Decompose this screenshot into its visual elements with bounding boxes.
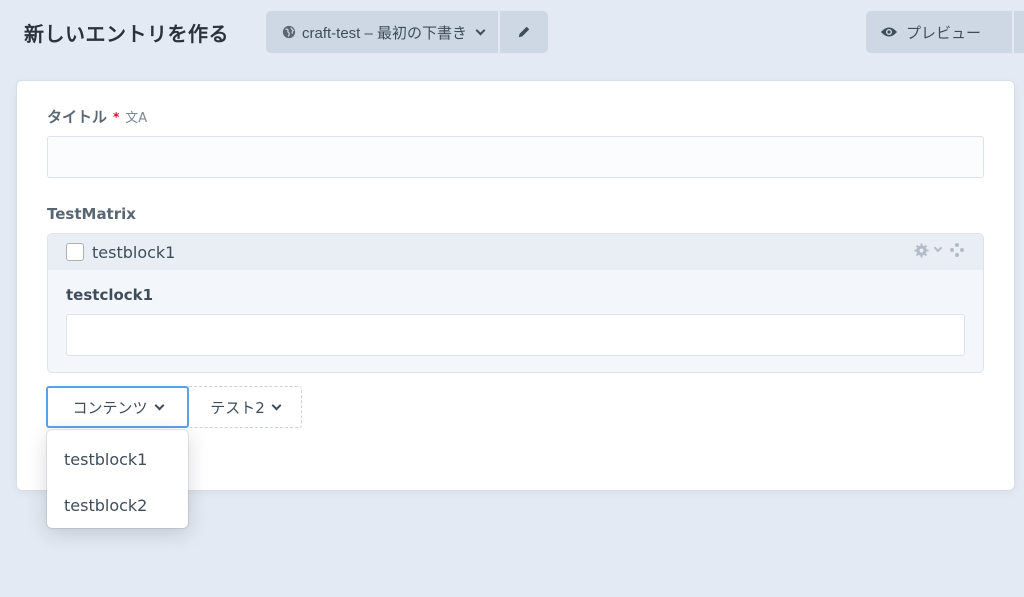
page-title: 新しいエントリを作る bbox=[24, 22, 229, 46]
pencil-icon bbox=[518, 26, 530, 38]
preview-menu-button[interactable] bbox=[1014, 11, 1024, 53]
globe-icon bbox=[282, 25, 296, 39]
gear-icon bbox=[914, 242, 929, 258]
matrix-block: testblock1 testclock1 bbox=[47, 233, 984, 373]
block-field-input[interactable] bbox=[66, 314, 965, 356]
menu-item-testblock2[interactable]: testblock2 bbox=[47, 480, 188, 530]
block-actions bbox=[914, 242, 965, 258]
add-content-label: コンテンツ bbox=[72, 398, 148, 417]
chevron-down-icon bbox=[154, 400, 164, 410]
preview-button-group: プレビュー bbox=[866, 11, 1024, 53]
block-field-label: testclock1 bbox=[66, 286, 154, 304]
title-field-label: タイトル * 文A bbox=[47, 106, 147, 127]
add-test2-button[interactable]: テスト2 bbox=[189, 386, 302, 428]
block-header: testblock1 bbox=[48, 234, 983, 270]
add-test2-label: テスト2 bbox=[210, 398, 265, 417]
chevron-down-icon bbox=[933, 243, 943, 253]
block-title: testblock1 bbox=[92, 242, 176, 262]
title-label-text: タイトル bbox=[47, 108, 108, 126]
eye-icon bbox=[881, 27, 897, 37]
translate-icon: 文A bbox=[125, 111, 148, 126]
menu-item-testblock1[interactable]: testblock1 bbox=[47, 438, 188, 480]
site-select-button[interactable]: craft-test – 最初の下書き bbox=[266, 11, 499, 53]
entry-form-card: タイトル * 文A TestMatrix testblock1 testcloc… bbox=[17, 81, 1014, 490]
chevron-down-icon bbox=[271, 400, 282, 410]
preview-button[interactable]: プレビュー bbox=[866, 11, 1012, 53]
chevron-down-icon bbox=[475, 25, 486, 35]
title-input[interactable] bbox=[47, 136, 984, 178]
block-settings-button[interactable] bbox=[914, 242, 943, 258]
required-indicator: * bbox=[113, 109, 120, 124]
site-select-label: craft-test – 最初の下書き bbox=[302, 24, 468, 42]
block-type-menu: testblock1 testblock2 bbox=[47, 430, 188, 528]
site-button-group: craft-test – 最初の下書き bbox=[266, 11, 549, 53]
matrix-field-label: TestMatrix bbox=[47, 205, 136, 223]
edit-button[interactable] bbox=[500, 11, 549, 53]
move-icon[interactable] bbox=[949, 242, 965, 258]
preview-label: プレビュー bbox=[906, 24, 982, 42]
add-content-button[interactable]: コンテンツ bbox=[46, 386, 189, 428]
block-select-checkbox[interactable] bbox=[66, 243, 84, 261]
